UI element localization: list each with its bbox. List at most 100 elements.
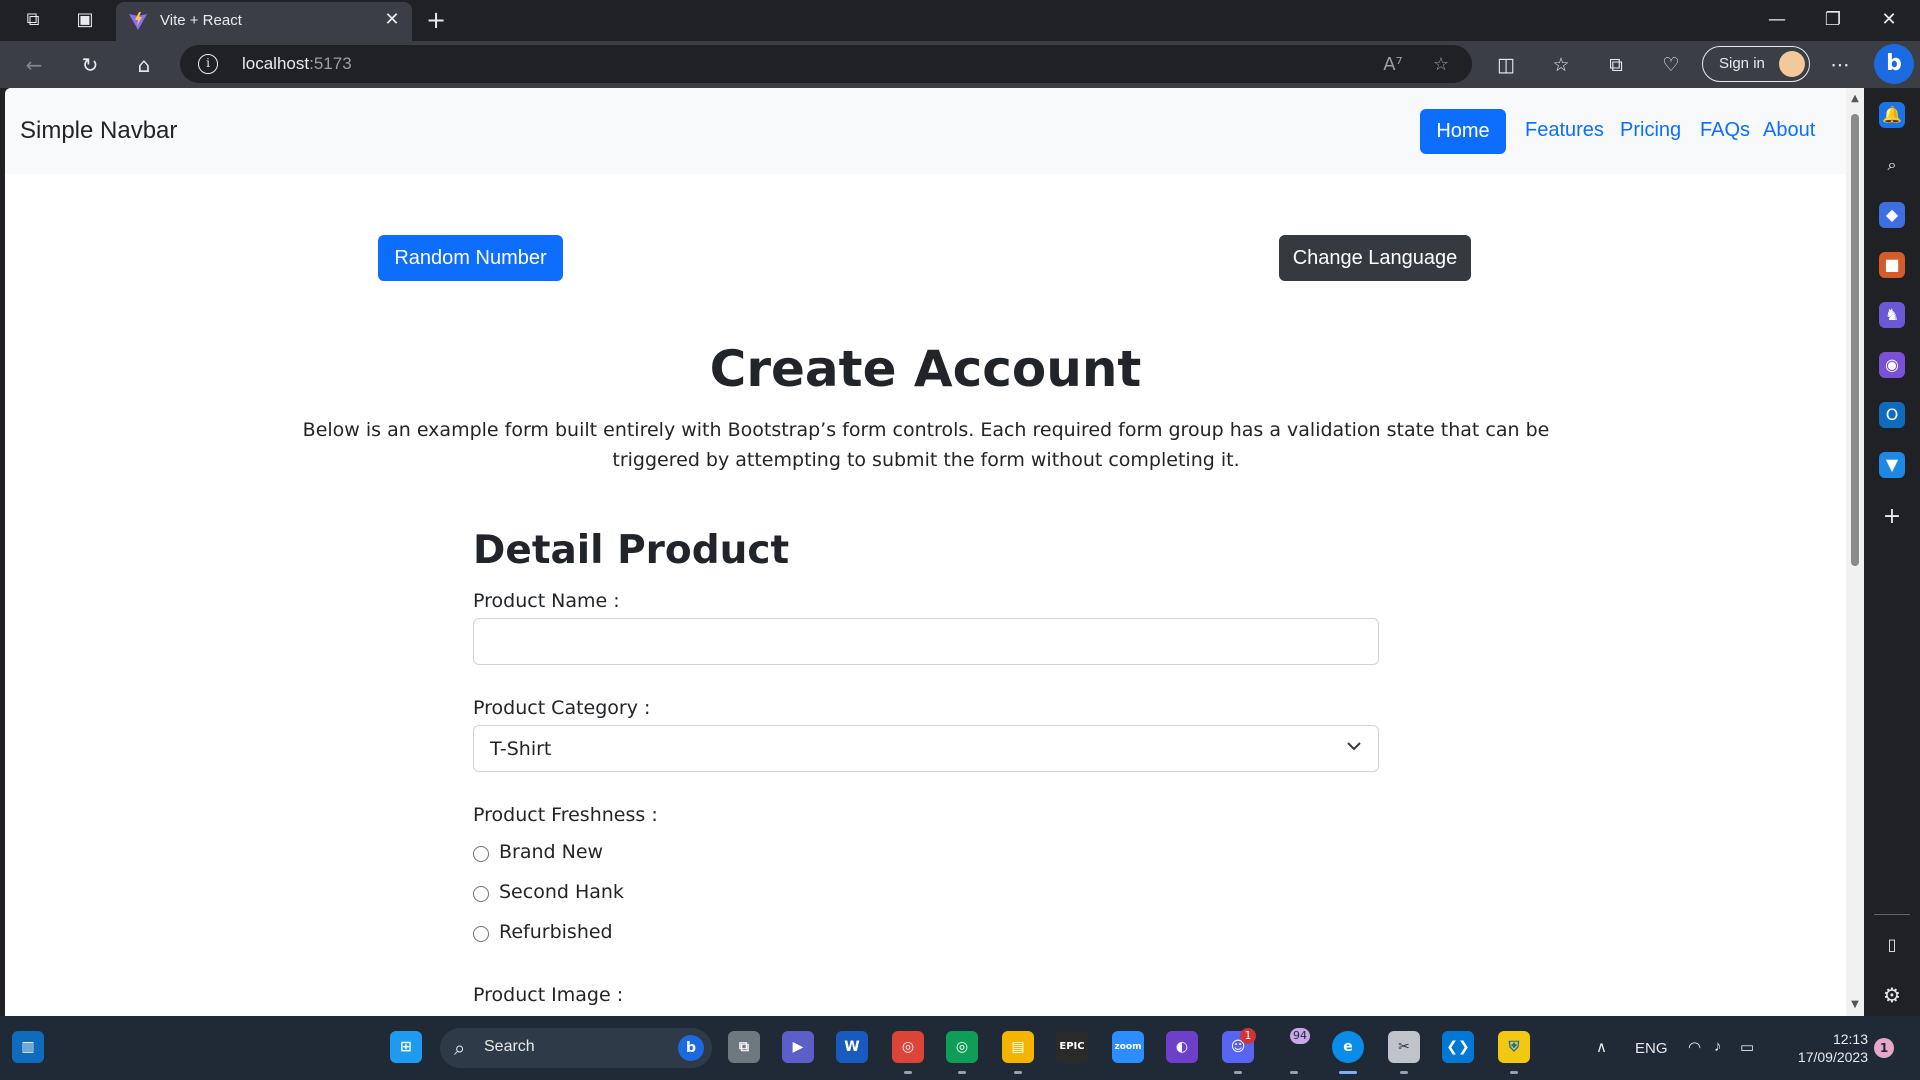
- clock-date: 17/09/2023: [1797, 1049, 1868, 1065]
- browser-essentials-icon[interactable]: ♡: [1655, 51, 1687, 79]
- radio-second-hank[interactable]: [473, 886, 489, 902]
- microsoft-365-icon[interactable]: ◉: [1879, 352, 1905, 378]
- start-icon[interactable]: ⊞: [390, 1031, 422, 1063]
- app-navbar: Simple Navbar Home Features Pricing FAQs…: [5, 88, 1846, 174]
- restore-icon[interactable]: ❐: [1808, 6, 1858, 34]
- radio-brand-new[interactable]: [473, 846, 489, 862]
- edge-icon[interactable]: e: [1332, 1031, 1364, 1063]
- security-shield-icon[interactable]: ⛨: [1498, 1031, 1530, 1063]
- chevron-down-icon: [1347, 742, 1361, 751]
- product-name-label: Product Name :: [473, 590, 620, 612]
- notification-center-badge[interactable]: 1: [1874, 1038, 1894, 1058]
- edge-sidebar: 🔔 ⌕ ◆ ■ ♞ ◉ O ▼ + ▯ ⚙: [1864, 88, 1920, 1016]
- sidebar-divider: [1874, 914, 1910, 915]
- widgets-icon[interactable]: ▥: [12, 1031, 44, 1063]
- product-name-input[interactable]: [473, 618, 1379, 665]
- sign-in-button[interactable]: Sign in: [1702, 46, 1810, 82]
- favorite-star-icon[interactable]: ☆: [1428, 53, 1454, 77]
- battery-icon[interactable]: ▭: [1740, 1038, 1754, 1056]
- running-indicator: [1290, 1071, 1298, 1074]
- address-bar[interactable]: i localhost:5173 A⁷ ☆: [180, 45, 1472, 83]
- nav-link-about[interactable]: About: [1763, 119, 1815, 142]
- radio-refurbished[interactable]: [473, 926, 489, 942]
- tools-icon[interactable]: ■: [1879, 252, 1905, 278]
- discord-badge: 1: [1240, 1028, 1256, 1044]
- minimize-icon[interactable]: —: [1752, 6, 1802, 34]
- nav-link-features[interactable]: Features: [1525, 119, 1604, 142]
- radio-label-brand-new: Brand New: [499, 841, 604, 863]
- favorites-icon[interactable]: ☆: [1545, 51, 1577, 79]
- word-icon[interactable]: W: [836, 1031, 868, 1063]
- chrome-icon[interactable]: ◎: [892, 1031, 924, 1063]
- outlook-icon[interactable]: O: [1879, 402, 1905, 428]
- new-tab-icon[interactable]: +: [420, 6, 452, 34]
- back-icon[interactable]: ←: [18, 51, 50, 79]
- notifications-bell-icon[interactable]: 🔔: [1879, 102, 1905, 128]
- task-view-icon[interactable]: ⧉: [728, 1031, 760, 1063]
- bing-icon: b: [678, 1035, 704, 1061]
- nav-link-pricing[interactable]: Pricing: [1620, 119, 1681, 142]
- scroll-thumb[interactable]: [1851, 114, 1859, 566]
- taskbar-clock[interactable]: 12:13 17/09/2023: [1786, 1030, 1868, 1066]
- radio-label-second-hank: Second Hank: [499, 881, 624, 903]
- browser-tab[interactable]: Vite + React ✕: [116, 2, 412, 41]
- split-screen-icon[interactable]: ◫: [1490, 51, 1522, 79]
- vscode-icon[interactable]: ❮❯: [1442, 1031, 1474, 1063]
- bing-copilot-icon[interactable]: b: [1874, 44, 1914, 84]
- page-subtitle: Below is an example form built entirely …: [302, 419, 1550, 471]
- change-language-button[interactable]: Change Language: [1279, 235, 1471, 281]
- epic-games-icon[interactable]: EPIC: [1056, 1031, 1088, 1063]
- teams-chat-icon[interactable]: ▶: [782, 1031, 814, 1063]
- scroll-up-icon[interactable]: ▲: [1850, 94, 1860, 104]
- more-options-icon[interactable]: ⋯: [1824, 51, 1856, 79]
- read-aloud-icon[interactable]: A⁷: [1380, 53, 1406, 77]
- refresh-icon[interactable]: ↻: [74, 51, 106, 79]
- drop-icon[interactable]: ▼: [1879, 452, 1905, 478]
- site-info-icon[interactable]: i: [198, 54, 218, 74]
- tray-overflow-icon[interactable]: ∧: [1596, 1038, 1607, 1056]
- notifications-badge: 94: [1290, 1028, 1310, 1044]
- wifi-icon[interactable]: ◠: [1688, 1038, 1701, 1056]
- snipping-tool-icon[interactable]: ✂: [1388, 1031, 1420, 1063]
- hide-sidebar-icon[interactable]: ▯: [1879, 932, 1905, 958]
- windows-taskbar: ▥ ⊞ ⌕ Search b ⧉ ▶ W ◎ ◎ ▤ EPIC zoom ◐ ☺…: [0, 1016, 1920, 1080]
- category-selected-value: T-Shirt: [490, 738, 552, 760]
- browser-titlebar: ⧉ ▣ Vite + React ✕ + — ❐ ✕: [0, 0, 1920, 41]
- page-viewport: Simple Navbar Home Features Pricing FAQs…: [5, 88, 1864, 1016]
- nav-link-faqs[interactable]: FAQs: [1700, 119, 1750, 142]
- profile-avatar: [1779, 51, 1805, 77]
- close-tab-icon[interactable]: ✕: [380, 8, 404, 32]
- running-indicator: [1014, 1071, 1022, 1074]
- tab-title: Vite + React: [160, 12, 242, 29]
- scroll-down-icon[interactable]: ▼: [1850, 1000, 1860, 1010]
- clock-time: 12:13: [1832, 1031, 1868, 1047]
- navbar-brand[interactable]: Simple Navbar: [20, 117, 177, 145]
- close-window-icon[interactable]: ✕: [1864, 6, 1914, 34]
- search-icon[interactable]: ⌕: [1879, 152, 1905, 178]
- product-freshness-label: Product Freshness :: [473, 804, 658, 826]
- taskbar-search-text: Search: [484, 1038, 535, 1055]
- product-category-select[interactable]: T-Shirt: [473, 725, 1379, 772]
- language-indicator[interactable]: ENG: [1635, 1040, 1668, 1057]
- nav-link-home[interactable]: Home: [1420, 109, 1506, 154]
- collections-icon[interactable]: ⧉: [1600, 51, 1632, 79]
- browser-toolbar: ← ↻ ⌂ i localhost:5173 A⁷ ☆ ◫ ☆ ⧉ ♡ Sign…: [0, 41, 1920, 88]
- volume-icon[interactable]: ♪: [1714, 1038, 1722, 1055]
- sidebar-settings-icon[interactable]: ⚙: [1879, 982, 1905, 1008]
- github-icon[interactable]: ◐: [1166, 1031, 1198, 1063]
- url-text: localhost:5173: [242, 54, 352, 73]
- home-icon[interactable]: ⌂: [128, 51, 160, 79]
- random-number-button[interactable]: Random Number: [378, 235, 563, 281]
- chrome-profile-icon[interactable]: ◎: [946, 1031, 978, 1063]
- file-explorer-icon[interactable]: ▤: [1002, 1031, 1034, 1063]
- zoom-icon[interactable]: zoom: [1112, 1031, 1144, 1063]
- page-scrollbar[interactable]: ▲ ▼: [1846, 88, 1864, 1016]
- workspaces-icon[interactable]: ⧉: [18, 8, 48, 32]
- tab-actions-icon[interactable]: ▣: [70, 8, 100, 32]
- taskbar-search[interactable]: ⌕ Search b: [440, 1028, 712, 1068]
- games-icon[interactable]: ♞: [1879, 302, 1905, 328]
- product-image-label: Product Image :: [473, 984, 624, 1006]
- running-indicator: [1234, 1071, 1242, 1074]
- add-sidebar-app-icon[interactable]: +: [1879, 504, 1905, 530]
- shopping-icon[interactable]: ◆: [1879, 202, 1905, 228]
